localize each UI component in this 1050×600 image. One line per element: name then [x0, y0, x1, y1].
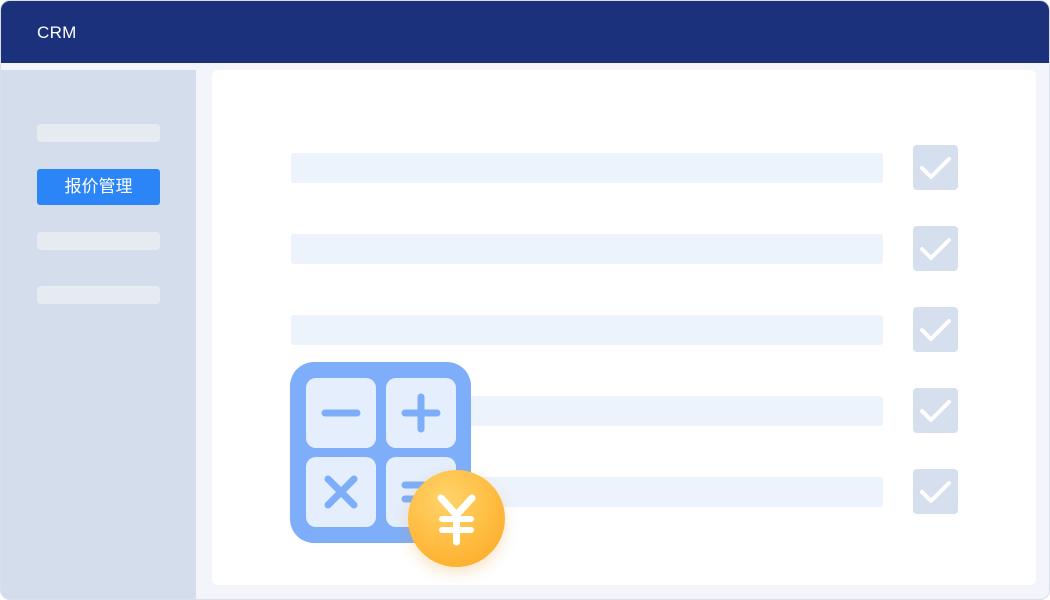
checkmark-icon [920, 400, 951, 422]
sidebar-item-quote-management[interactable]: 报价管理 [37, 169, 160, 205]
yuan-coin-icon [408, 470, 505, 567]
checkmark-icon [920, 157, 951, 179]
row-checkbox-2[interactable] [913, 226, 958, 271]
list-row-2 [291, 234, 883, 264]
checkmark-icon [920, 238, 951, 260]
minus-icon [306, 378, 376, 448]
sidebar [1, 70, 196, 599]
row-checkbox-5[interactable] [913, 469, 958, 514]
crm-window: CRM 报价管理 [0, 0, 1050, 600]
row-checkbox-3[interactable] [913, 307, 958, 352]
app-title: CRM [37, 23, 77, 42]
sidebar-item-placeholder-3[interactable] [37, 286, 160, 304]
multiply-icon [306, 457, 376, 527]
row-checkbox-1[interactable] [913, 145, 958, 190]
checkmark-icon [920, 319, 951, 341]
title-bar: CRM [1, 1, 1049, 63]
plus-icon [386, 378, 456, 448]
list-row-1 [291, 153, 883, 183]
sidebar-item-placeholder-1[interactable] [37, 124, 160, 142]
list-row-3 [291, 315, 883, 345]
sidebar-item-placeholder-2[interactable] [37, 232, 160, 250]
checkmark-icon [920, 481, 951, 503]
row-checkbox-4[interactable] [913, 388, 958, 433]
